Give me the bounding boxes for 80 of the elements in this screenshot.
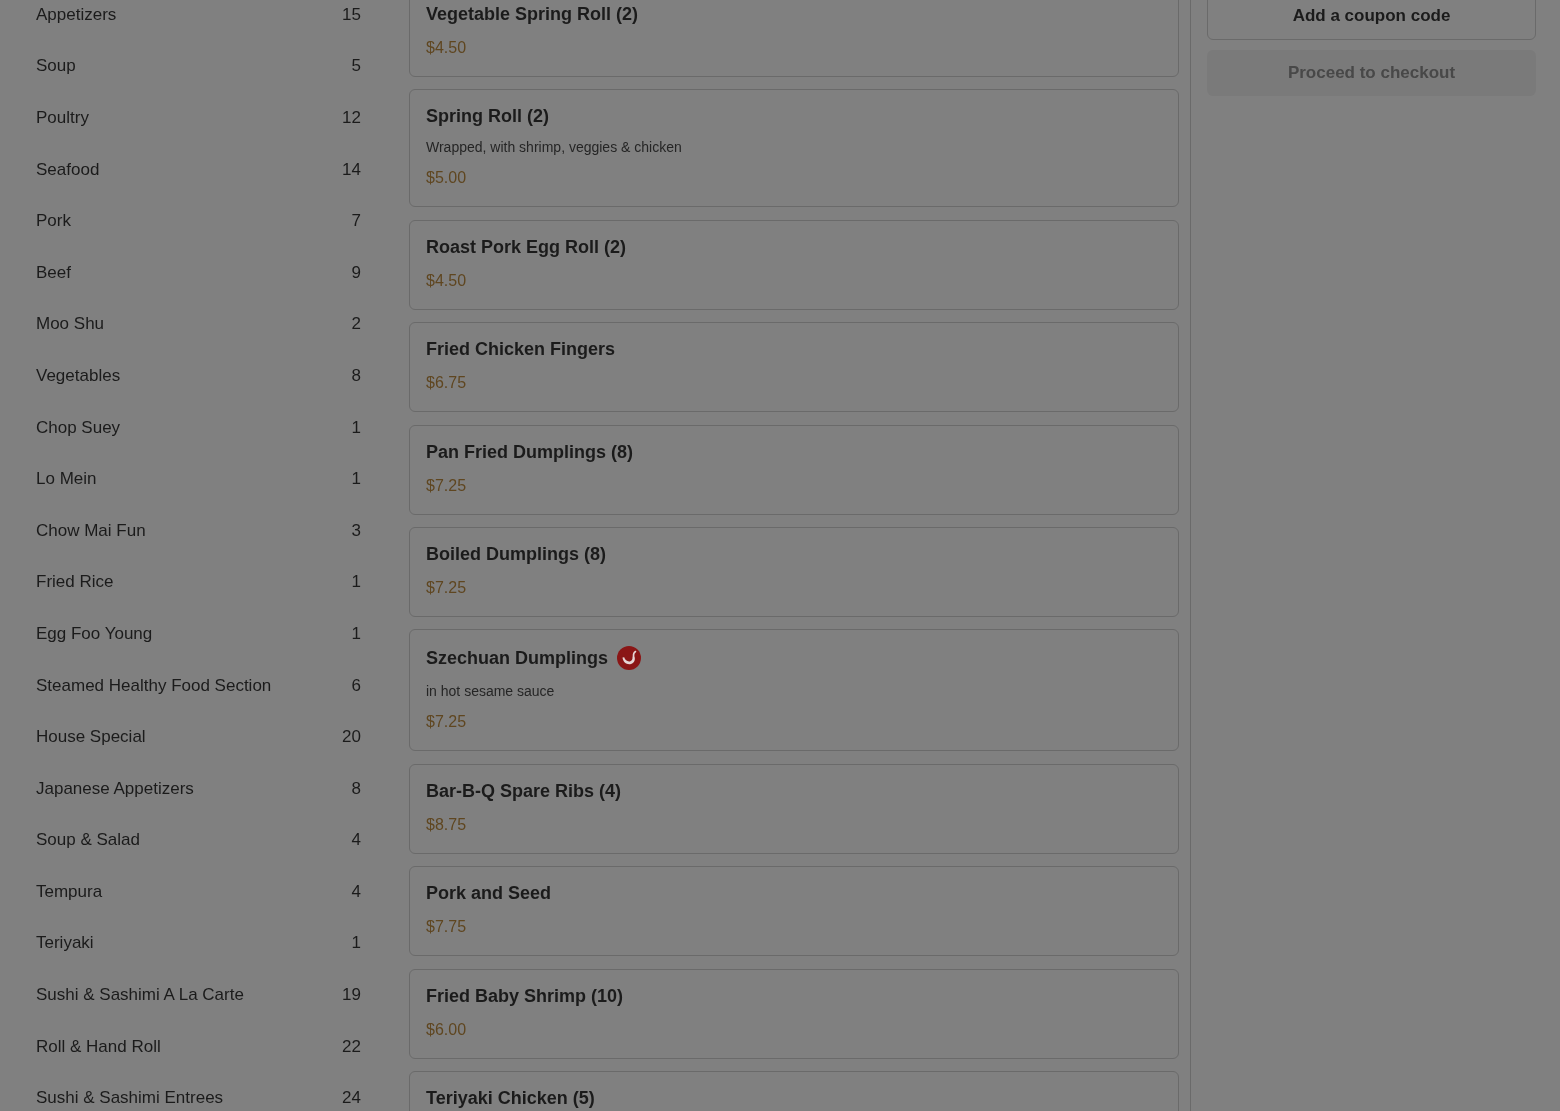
category-link[interactable]: Poultry 12: [36, 92, 361, 144]
item-price: $4.50: [426, 38, 468, 58]
menu-item-card[interactable]: Pork and Seed $7.75: [409, 866, 1179, 957]
item-description: in hot sesame sauce: [426, 682, 556, 701]
item-count: 19: [342, 985, 361, 1006]
category-link[interactable]: Soup 5: [36, 40, 361, 93]
category-link[interactable]: Sushi & Sashimi A La Carte 19: [36, 969, 361, 1021]
item-count: 4: [351, 881, 361, 902]
category-link[interactable]: Sushi & Sashimi Entrees 24: [36, 1072, 361, 1111]
item-count: 6: [351, 675, 361, 696]
item-name: Vegetable Spring Roll (2): [426, 3, 639, 26]
item-count: 9: [351, 262, 361, 283]
item-count: 8: [351, 365, 361, 386]
category-link[interactable]: Lo Mein 1: [36, 453, 361, 505]
item-name: Fried Chicken Fingers: [426, 338, 616, 362]
item-count: 1: [351, 469, 361, 490]
category-link[interactable]: Beef 9: [36, 246, 361, 299]
item-count: 4: [351, 830, 361, 851]
category-link[interactable]: Steamed Healthy Food Section 6: [36, 659, 361, 712]
category-link[interactable]: Chop Suey 1: [36, 401, 361, 454]
item-count: 2: [351, 314, 361, 335]
menu-item-card[interactable]: Fried Chicken Fingers $6.75: [409, 322, 1179, 413]
category-link[interactable]: Roll & Hand Roll 22: [36, 1020, 361, 1073]
category-link[interactable]: Egg Foo Young 1: [36, 608, 361, 660]
menu-item-card[interactable]: Bar-B-Q Spare Ribs (4) $8.75: [409, 763, 1179, 854]
menu-item-card[interactable]: Roast Pork Egg Roll (2) $4.50: [409, 219, 1179, 310]
item-count: 3: [351, 520, 361, 541]
item-count: 5: [351, 56, 361, 77]
item-name: Fried Baby Shrimp (10): [426, 984, 624, 1008]
menu-item-card[interactable]: Boiled Dumplings (8) $7.25: [409, 526, 1179, 617]
item-count: 1: [351, 417, 361, 438]
menu-item-card[interactable]: Vegetable Spring Roll (2) $4.50: [409, 0, 1179, 77]
item-price: $7.25: [426, 577, 468, 598]
item-name: Pork and Seed: [426, 882, 552, 906]
menu-item-card[interactable]: Pan Fried Dumplings (8) $7.25: [409, 424, 1179, 515]
add-coupon-button[interactable]: Add a coupon code: [1207, 0, 1536, 40]
item-count: 7: [351, 211, 361, 232]
item-name: Teriyaki Chicken (5): [426, 1086, 595, 1110]
item-description: Wrapped, with shrimp, veggies & chicken: [426, 138, 683, 157]
item-count: 12: [342, 108, 361, 128]
category-link[interactable]: Pork 7: [36, 195, 361, 247]
item-price: $8.75: [426, 814, 468, 835]
category-link[interactable]: Moo Shu 2: [36, 298, 361, 351]
item-name: Boiled Dumplings (8): [426, 542, 606, 566]
menu-item-card[interactable]: Spring Roll (2) Wrapped, with shrimp, veggies & chicken $5.00: [409, 89, 1179, 208]
category-link[interactable]: House Special 20: [36, 711, 361, 763]
item-price: $5.00: [426, 168, 468, 189]
item-count: 1: [351, 572, 361, 593]
menu-item-card[interactable]: Teriyaki Chicken (5): [409, 1070, 1179, 1111]
item-price: $7.25: [426, 475, 468, 496]
item-count: 8: [351, 778, 361, 799]
menu-item-card[interactable]: Fried Baby Shrimp (10) $6.00: [409, 968, 1179, 1059]
category-link[interactable]: Teriyaki 1: [36, 917, 361, 970]
category-link[interactable]: Appetizers 15: [36, 0, 361, 41]
category-link[interactable]: Fried Rice 1: [36, 556, 361, 609]
item-price: $7.75: [426, 917, 468, 938]
item-count: 15: [342, 4, 361, 25]
item-count: 20: [342, 727, 361, 748]
item-count: 1: [351, 933, 361, 954]
item-price: $6.00: [426, 1019, 468, 1040]
category-link[interactable]: Vegetables 8: [36, 350, 361, 402]
item-price: $7.25: [426, 712, 468, 733]
category-link[interactable]: Japanese Appetizers 8: [36, 762, 361, 815]
item-name: Pan Fried Dumplings (8): [426, 440, 634, 464]
category-link[interactable]: Seafood 14: [36, 143, 361, 196]
category-link[interactable]: Tempura 4: [36, 866, 361, 918]
item-name: Bar-B-Q Spare Ribs (4): [426, 779, 622, 803]
category-link[interactable]: Chow Mai Fun 3: [36, 504, 361, 557]
item-price: $6.75: [426, 373, 468, 394]
item-name: Spring Roll (2): [426, 105, 549, 129]
item-price: $4.50: [426, 270, 468, 291]
menu-item-card[interactable]: Szechuan Dumplings in hot sesame sauce $7.25: [409, 629, 1179, 752]
item-name: Szechuan Dumplings: [426, 647, 609, 671]
item-count: 1: [351, 623, 361, 644]
item-count: 24: [342, 1088, 361, 1109]
item-count: 22: [342, 1036, 361, 1057]
category-link[interactable]: Soup & Salad 4: [36, 814, 361, 867]
item-count: 14: [342, 159, 361, 180]
item-name: Roast Pork Egg Roll (2): [426, 235, 627, 259]
chili-pepper-icon: [617, 646, 642, 671]
